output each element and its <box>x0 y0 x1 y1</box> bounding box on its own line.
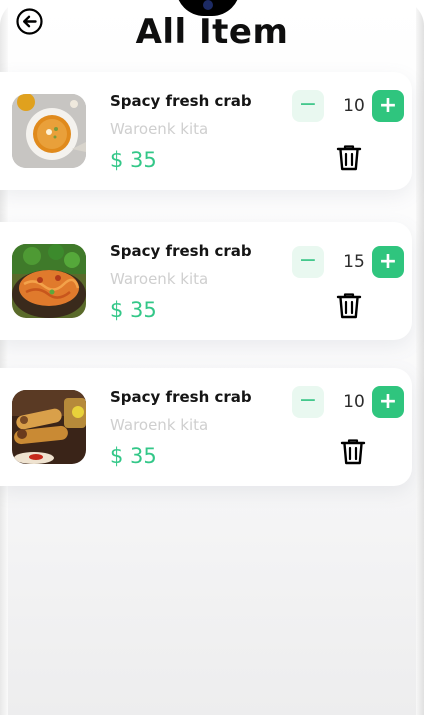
decrease-quantity-button[interactable]: − <box>292 386 324 418</box>
item-store: Waroenk kita <box>110 270 209 288</box>
quantity-value: 10 <box>343 392 365 412</box>
quantity-value: 10 <box>343 96 365 116</box>
item-price: $ 35 <box>110 148 157 172</box>
item-name: Spacy fresh crab <box>110 92 252 110</box>
delete-item-button[interactable] <box>340 438 366 466</box>
soup-bowl-image <box>12 94 86 168</box>
item-image-spring-rolls <box>12 390 86 464</box>
quantity-value: 15 <box>343 252 365 272</box>
cart-item-card: Spacy fresh crab Waroenk kita $ 35 − 10 … <box>0 368 412 486</box>
decrease-quantity-button[interactable]: − <box>292 90 324 122</box>
item-price: $ 35 <box>110 298 157 322</box>
increase-quantity-button[interactable]: + <box>372 246 404 278</box>
cart-item-card: Spacy fresh crab Waroenk kita $ 35 − 10 … <box>0 72 412 190</box>
item-name: Spacy fresh crab <box>110 242 252 260</box>
delete-item-button[interactable] <box>336 292 362 320</box>
trash-icon <box>336 293 362 319</box>
item-name: Spacy fresh crab <box>110 388 252 406</box>
delete-item-button[interactable] <box>336 144 362 172</box>
app-screen: All Item Spacy fresh crab Waroenk kita $… <box>0 0 424 715</box>
phone-frame-right <box>416 0 424 715</box>
spring-rolls-image <box>12 390 86 464</box>
item-store: Waroenk kita <box>110 120 209 138</box>
increase-quantity-button[interactable]: + <box>372 90 404 122</box>
decrease-quantity-button[interactable]: − <box>292 246 324 278</box>
item-price: $ 35 <box>110 444 157 468</box>
item-image-soup <box>12 94 86 168</box>
trash-icon <box>340 439 366 465</box>
item-store: Waroenk kita <box>110 416 209 434</box>
trash-icon <box>336 145 362 171</box>
item-image-pasta <box>12 244 86 318</box>
cart-item-card: Spacy fresh crab Waroenk kita $ 35 − 15 … <box>0 222 412 340</box>
page-title: All Item <box>135 12 289 52</box>
increase-quantity-button[interactable]: + <box>372 386 404 418</box>
front-camera <box>203 0 213 10</box>
pasta-plate-image <box>12 244 86 318</box>
